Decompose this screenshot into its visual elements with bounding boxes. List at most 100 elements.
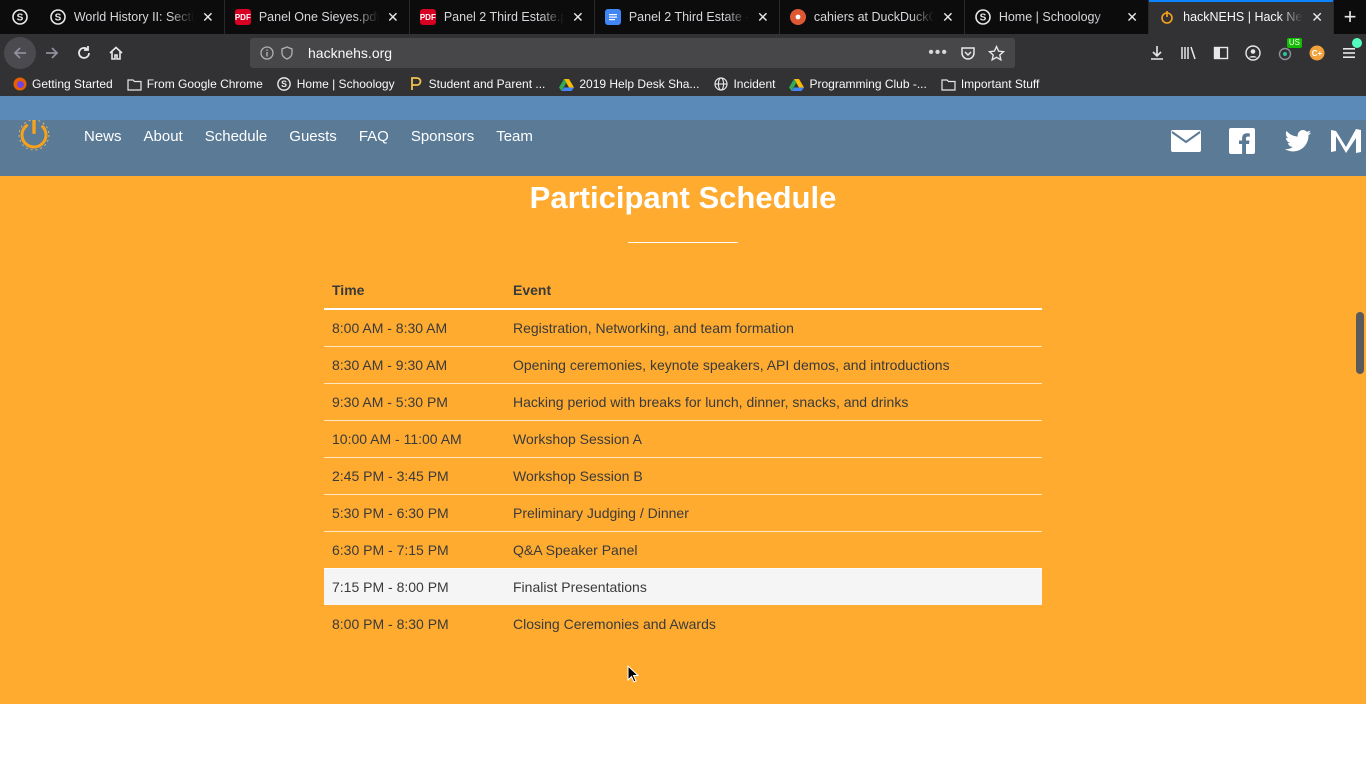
folder-icon (127, 77, 142, 92)
schedule-section: Participant Schedule Time Event 8:00 AM … (0, 176, 1366, 704)
event-cell: Registration, Networking, and team forma… (513, 319, 794, 336)
bookmark-label: Programming Club -... (809, 77, 927, 91)
navigation-toolbar: hacknehs.org ••• US C+ (0, 34, 1366, 72)
reload-button[interactable] (68, 37, 100, 69)
time-cell: 7:15 PM - 8:00 PM (324, 567, 505, 605)
back-button[interactable] (4, 37, 36, 69)
nav-link-about[interactable]: About (144, 128, 183, 145)
page-scrollbar[interactable] (1356, 312, 1364, 374)
bookmark-help-desk[interactable]: 2019 Help Desk Sha... (559, 77, 699, 92)
schoology-icon: S (975, 9, 991, 25)
tab-panel-two-pdf[interactable]: PDF Panel 2 Third Estate.pdf ✕ (410, 0, 595, 34)
update-badge-icon (1352, 38, 1362, 48)
bookmark-getting-started[interactable]: Getting Started (12, 77, 113, 92)
event-cell: Hacking period with breaks for lunch, di… (505, 382, 1042, 420)
close-icon[interactable]: ✕ (940, 9, 956, 25)
bookmark-label: From Google Chrome (146, 77, 263, 91)
tab-panel-two-doc[interactable]: Panel 2 Third Estate - G ✕ (595, 0, 780, 34)
firefox-icon (12, 77, 27, 92)
nav-link-faq[interactable]: FAQ (359, 128, 389, 145)
hacknehs-logo[interactable] (16, 116, 52, 160)
close-icon[interactable]: ✕ (570, 9, 586, 25)
tab-hacknehs[interactable]: hackNEHS | Hack New E ✕ (1149, 0, 1335, 34)
nav-link-schedule[interactable]: Schedule (205, 128, 268, 145)
event-cell: Workshop Session B (505, 456, 1042, 494)
account-icon[interactable] (1242, 42, 1264, 64)
globe-icon (713, 77, 728, 92)
bookmark-label: 2019 Help Desk Sha... (579, 77, 700, 91)
page-viewport: News About Schedule Guests FAQ Sponsors … (0, 96, 1366, 768)
medium-icon[interactable] (1326, 126, 1366, 156)
nav-link-team[interactable]: Team (496, 128, 533, 145)
social-links (1158, 126, 1366, 156)
arrow-right-icon (46, 47, 59, 59)
google-docs-icon (604, 9, 621, 25)
nav-link-sponsors[interactable]: Sponsors (411, 128, 474, 145)
google-drive-icon (789, 77, 805, 92)
sidebar-icon[interactable] (1210, 42, 1232, 64)
bookmarks-toolbar: Getting Started From Google Chrome S Hom… (0, 72, 1366, 96)
close-icon[interactable]: ✕ (1124, 9, 1140, 25)
bookmark-important-stuff[interactable]: Important Stuff (941, 77, 1040, 92)
home-icon (109, 46, 123, 60)
bookmark-incident[interactable]: Incident (713, 77, 775, 92)
pocket-icon[interactable] (960, 45, 976, 61)
column-header-event: Event (505, 272, 1042, 310)
account-badge: US (1286, 38, 1302, 48)
event-cell: Closing Ceremonies and Awards (513, 615, 716, 632)
top-strip (0, 96, 1366, 120)
tab-title: cahiers at DuckDuckGo (813, 10, 934, 24)
table-header-row: Time Event (324, 272, 1042, 310)
time-cell: 8:00 AM - 8:30 AM (332, 319, 448, 336)
bookmark-student-parent[interactable]: Student and Parent ... (409, 77, 545, 92)
vpn-extension-icon[interactable]: US (1274, 38, 1302, 64)
nav-link-news[interactable]: News (84, 128, 122, 145)
bookmark-home-schoology[interactable]: S Home | Schoology (277, 77, 395, 92)
schedule-table: Time Event 8:00 AM - 8:30 AM Registration… (324, 272, 1042, 642)
tab-duckduckgo[interactable]: cahiers at DuckDuckGo ✕ (780, 0, 965, 34)
table-row: 8:30 AM - 9:30 AM Opening ceremonies, key… (324, 345, 1042, 383)
bookmark-label: Getting Started (32, 77, 113, 91)
bookmark-label: Important Stuff (960, 77, 1040, 91)
event-cell: Q&A Speaker Panel (505, 530, 1042, 568)
bookmark-label: Home | Schoology (296, 77, 395, 91)
pinned-tab-schoology[interactable]: S (0, 0, 40, 34)
tracking-shield-icon[interactable] (280, 46, 294, 60)
tab-schoology-home[interactable]: S Home | Schoology ✕ (965, 0, 1150, 34)
tab-panel-one[interactable]: PDF Panel One Sieyes.pdf - ✕ (225, 0, 410, 34)
coupon-extension-icon[interactable]: C+ (1306, 42, 1328, 64)
email-icon[interactable] (1158, 126, 1214, 156)
bookmark-from-google-chrome[interactable]: From Google Chrome (127, 77, 263, 92)
close-icon[interactable]: ✕ (755, 9, 771, 25)
table-row: 8:00 AM - 8:30 AM Registration, Networkin… (324, 309, 1042, 346)
page-actions-icon[interactable]: ••• (928, 44, 948, 62)
page-title: Participant Schedule (529, 180, 837, 215)
new-tab-button[interactable]: + (1334, 0, 1366, 34)
nav-link-guests[interactable]: Guests (289, 128, 337, 145)
forward-button[interactable] (36, 37, 68, 69)
url-bar[interactable]: hacknehs.org ••• (250, 38, 1015, 68)
tab-world-history[interactable]: S World History II: Section ✕ (40, 0, 225, 34)
close-icon[interactable]: ✕ (1309, 9, 1325, 25)
close-icon[interactable]: ✕ (385, 9, 401, 25)
table-row: 8:00 PM - 8:30 PM Closing Ceremonies and … (324, 605, 1042, 642)
time-cell: 8:00 PM - 8:30 PM (332, 615, 449, 632)
library-icon[interactable] (1178, 42, 1200, 64)
tab-title: World History II: Section (73, 10, 194, 24)
time-cell: 5:30 PM - 6:30 PM (324, 493, 505, 531)
bookmark-label: Incident (733, 77, 776, 91)
facebook-icon[interactable] (1214, 126, 1270, 156)
bookmark-programming-club[interactable]: Programming Club -... (789, 77, 927, 92)
svg-text:S: S (979, 13, 986, 24)
bookmark-star-icon[interactable] (988, 44, 1005, 62)
tab-title: Panel 2 Third Estate.pdf (443, 10, 564, 24)
close-icon[interactable]: ✕ (200, 9, 216, 25)
svg-text:C+: C+ (1312, 49, 1323, 58)
home-button[interactable] (100, 37, 132, 69)
downloads-icon[interactable] (1146, 42, 1168, 64)
menu-icon[interactable] (1338, 38, 1362, 64)
mouse-cursor-icon (627, 665, 639, 683)
info-icon[interactable] (260, 46, 274, 60)
google-drive-icon (559, 77, 575, 92)
twitter-icon[interactable] (1270, 126, 1326, 156)
